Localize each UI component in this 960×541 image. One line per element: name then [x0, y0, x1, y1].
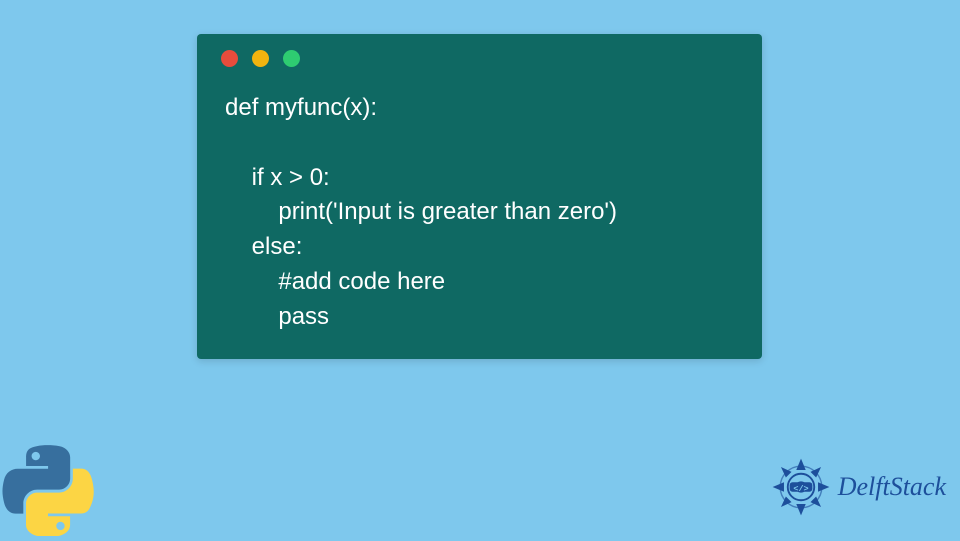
svg-text:</>: </> [793, 484, 808, 494]
code-line: #add code here [225, 268, 445, 295]
code-line: pass [225, 303, 329, 330]
code-line: if x > 0: [225, 164, 330, 191]
delftstack-badge-icon: </> [766, 452, 836, 522]
code-line: else: [225, 233, 302, 260]
code-line: print('Input is greater than zero') [225, 198, 617, 225]
code-line: def myfunc(x): [225, 94, 377, 121]
code-content: def myfunc(x): if x > 0: print('Input is… [197, 67, 762, 335]
minimize-icon [252, 50, 269, 67]
python-logo-icon [2, 444, 94, 536]
window-controls [197, 34, 762, 67]
delftstack-text: DelftStack [838, 472, 946, 502]
delftstack-logo: </> DelftStack [766, 452, 946, 522]
close-icon [221, 50, 238, 67]
code-window: def myfunc(x): if x > 0: print('Input is… [197, 34, 762, 359]
maximize-icon [283, 50, 300, 67]
